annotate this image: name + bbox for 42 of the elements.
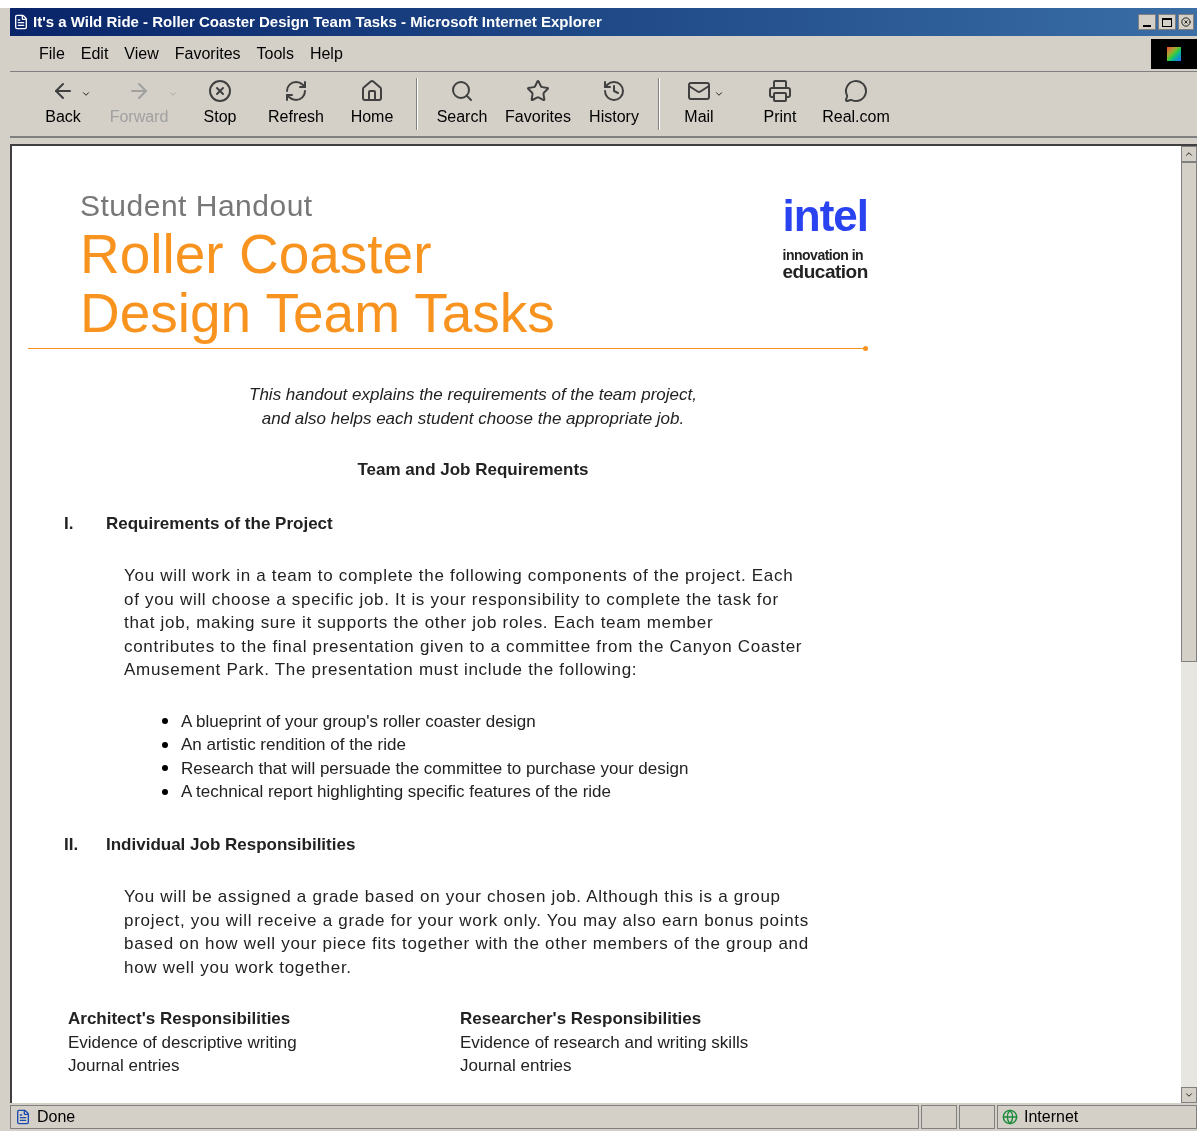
toolbar-button[interactable]: Print — [742, 75, 818, 133]
intro-text: This handout explains the requirements of the team project, and also helps each student choose the appropriate job. — [248, 384, 698, 430]
logo-wordmark: intel — [782, 194, 868, 238]
bullet-text: An artistic rendition of the ride — [181, 734, 406, 756]
toolbar-button[interactable]: Back — [30, 75, 106, 133]
toolbar-button[interactable]: Stop — [182, 75, 258, 133]
column-item: Journal entries — [460, 1055, 573, 1077]
section-paragraph: You will be assigned a grade based on your chosen job. Although this is a group project, you will receive a grade for your work only. You may also earn bonus points based on how well your piece fits together with the other members of the group and how well you work together. — [124, 886, 809, 979]
window-title: It's a Wild Ride - Roller Coaster Design Team Tasks - Microsoft Internet Explorer — [33, 11, 603, 32]
toolbar-button[interactable]: Refresh — [258, 75, 334, 133]
page-title: Roller Coaster — [80, 225, 433, 283]
toolbar-button[interactable]: Favorites — [500, 75, 576, 133]
section-number: I. — [64, 512, 75, 535]
column-item: Journal entries — [68, 1055, 181, 1077]
section-title: Requirements of the Project — [106, 512, 333, 535]
menu-item[interactable]: Edit — [75, 41, 114, 66]
section-paragraph: You will work in a team to complete the following components of the project. Each of you will choose a specific job. It is your responsibility to complete the task for that job, making sure it supports the other job roles. Each team member contributes to the final presentation given to a committee from the Canyon Coaster Amusement Park. The presentation must include the following: — [124, 565, 804, 681]
section-title: Individual Job Responsibilities — [106, 833, 356, 856]
column-title: Researcher's Responsibilities — [460, 1008, 703, 1030]
toolbar-button[interactable]: Real.com — [818, 75, 894, 133]
toolbar-button[interactable]: History — [576, 75, 652, 133]
status-text: Done — [37, 1107, 76, 1127]
toolbar-button[interactable]: Mail — [666, 75, 742, 133]
menu-item[interactable]: Favorites — [169, 41, 246, 66]
bullet-text: Research that will persuade the committee to purchase your design — [181, 757, 689, 780]
menu-item[interactable]: File — [34, 41, 70, 66]
column-item: Evidence of research and writing skills — [460, 1031, 750, 1054]
column-title: Architect's Responsibilities — [68, 1008, 292, 1030]
bullet-text: A technical report highlighting specific features of the ride — [181, 781, 611, 803]
section-heading: Team and Job Requirements — [356, 459, 590, 481]
toolbar-button[interactable]: Search — [424, 75, 500, 133]
page-kicker: Student Handout — [80, 188, 314, 224]
page-title: Design Team Tasks — [80, 284, 555, 342]
bullet-text: A blueprint of your group's roller coaster design — [181, 710, 536, 733]
logo-tagline: innovation in education — [782, 248, 868, 281]
toolbar-button[interactable]: Home — [334, 75, 410, 133]
menu-item[interactable]: Tools — [251, 41, 299, 66]
security-zone: Internet — [1024, 1107, 1079, 1127]
menu-item[interactable]: View — [119, 41, 164, 66]
column-item: Evidence of descriptive writing — [68, 1031, 298, 1054]
menu-item[interactable]: Help — [304, 41, 348, 66]
section-number: II. — [64, 833, 80, 856]
